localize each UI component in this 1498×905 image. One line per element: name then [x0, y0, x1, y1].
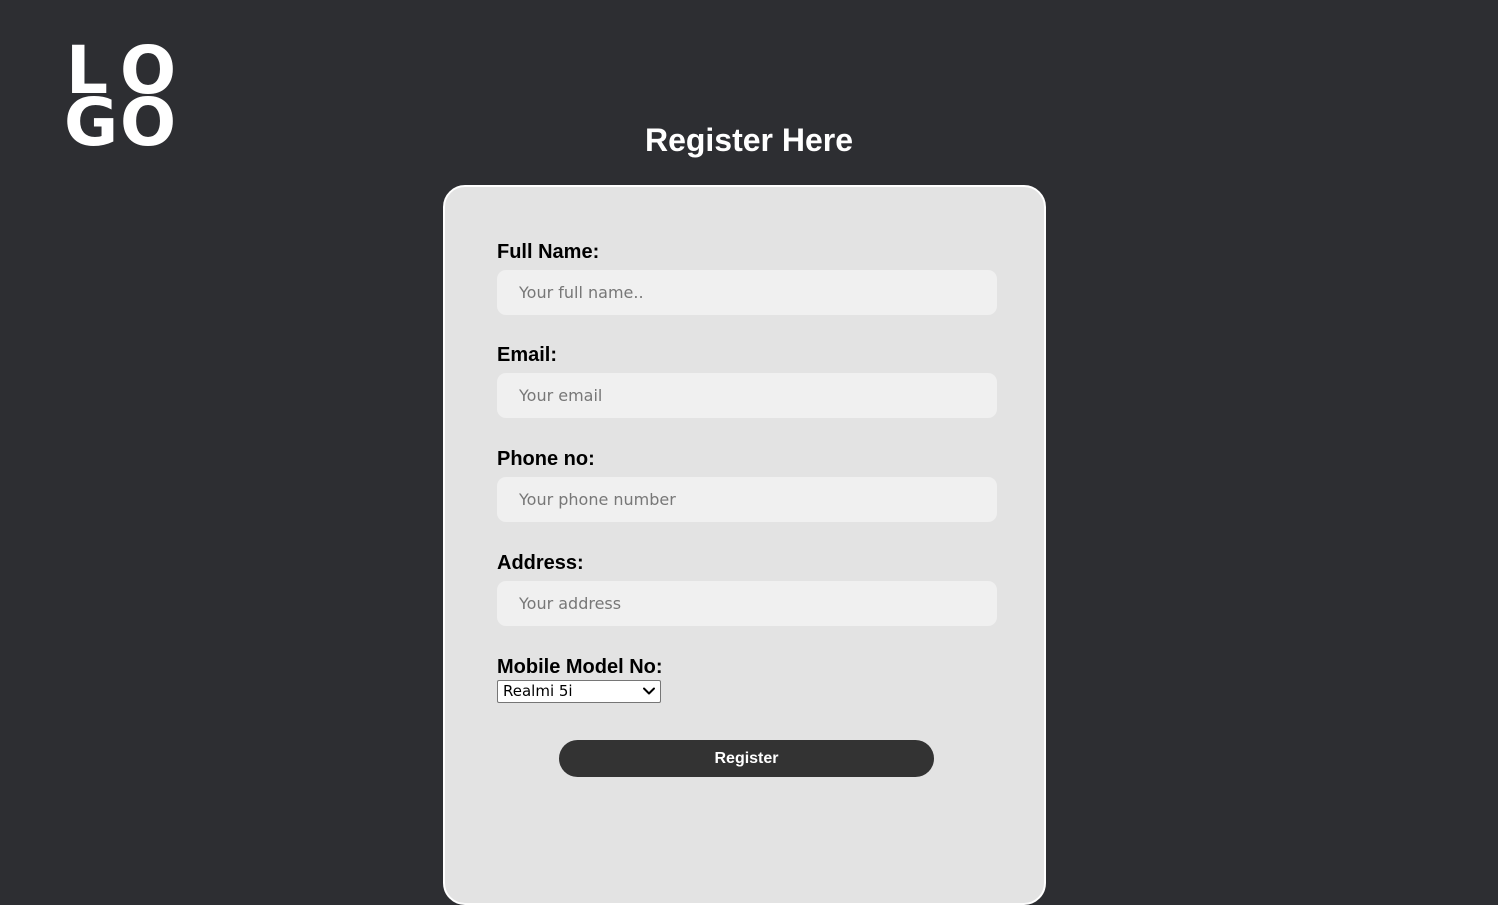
email-group: Email: — [497, 343, 997, 418]
phone-group: Phone no: — [497, 447, 997, 522]
chevron-down-icon — [643, 687, 655, 695]
page-title: Register Here — [644, 122, 854, 158]
mobile-model-selected-value: Realmi 5i — [503, 682, 573, 700]
registration-form: Full Name: Email: Phone no: Address: Mob… — [443, 185, 1046, 905]
email-label: Email: — [497, 344, 558, 366]
address-label: Address: — [497, 552, 584, 574]
full-name-label: Full Name: — [497, 241, 600, 263]
address-input[interactable] — [497, 581, 997, 626]
mobile-model-label: Mobile Model No: — [497, 656, 663, 678]
full-name-input[interactable] — [497, 270, 997, 315]
mobile-model-group: Mobile Model No: Realmi 5i — [497, 655, 997, 703]
phone-label: Phone no: — [497, 448, 595, 470]
mobile-model-select[interactable]: Realmi 5i — [497, 680, 661, 703]
register-button[interactable]: Register — [559, 740, 934, 777]
address-group: Address: — [497, 551, 997, 626]
full-name-group: Full Name: — [497, 240, 997, 315]
phone-input[interactable] — [497, 477, 997, 522]
email-input[interactable] — [497, 373, 997, 418]
